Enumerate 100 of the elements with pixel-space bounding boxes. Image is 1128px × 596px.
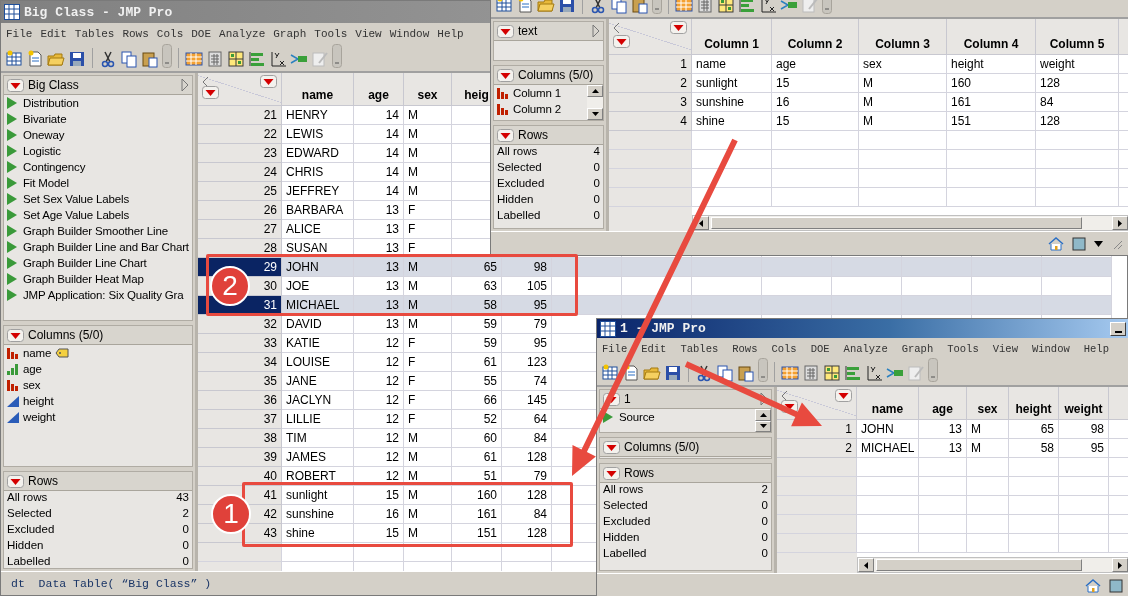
table-icon[interactable] <box>5 50 23 68</box>
row-number[interactable]: 21 <box>263 106 277 124</box>
column-item[interactable]: weight <box>23 411 56 423</box>
row-number[interactable]: 38 <box>263 429 277 447</box>
column-item[interactable]: sex <box>23 379 41 391</box>
horizontal-scrollbar[interactable] <box>857 557 1128 573</box>
square-icon[interactable] <box>1109 578 1123 593</box>
spreadsheet-icon[interactable] <box>675 0 693 14</box>
script-item[interactable]: Set Age Value Labels <box>23 209 130 221</box>
home-icon[interactable] <box>1048 236 1064 251</box>
menu-item[interactable]: Graph <box>901 343 934 355</box>
column-header[interactable]: sex <box>967 387 1009 420</box>
menu-item[interactable]: Tools <box>314 28 348 40</box>
vertical-scrollbar[interactable] <box>587 85 603 120</box>
row-number[interactable]: 23 <box>263 144 277 162</box>
menu-item[interactable]: Rows <box>732 343 758 355</box>
menu-item[interactable]: DOE <box>810 343 830 355</box>
row-number[interactable]: 37 <box>263 410 277 428</box>
play-triangle-icon[interactable] <box>7 193 17 205</box>
column-item[interactable]: Column 1 <box>513 87 562 99</box>
dropdown-icon[interactable] <box>835 389 852 402</box>
calculator-icon[interactable] <box>206 50 224 68</box>
menu-item[interactable]: File <box>6 28 33 40</box>
column-header[interactable]: age <box>354 73 404 106</box>
script-item[interactable]: Graph Builder Heat Map <box>23 273 144 285</box>
right-arrow-icon[interactable] <box>1118 219 1122 227</box>
overflow-handle-icon[interactable] <box>332 44 342 68</box>
menu-item[interactable]: File <box>602 343 628 355</box>
script-item[interactable]: Graph Builder Line Chart <box>23 257 147 269</box>
column-header[interactable]: Column 2 <box>772 19 859 55</box>
play-triangle-icon[interactable] <box>7 177 17 189</box>
row-number[interactable]: 2 <box>845 439 852 457</box>
menu-item[interactable]: Window <box>1031 343 1070 355</box>
menu-item[interactable]: Rows <box>122 28 149 40</box>
row-number[interactable]: 33 <box>263 334 277 352</box>
grid-icon[interactable] <box>227 50 245 68</box>
script-item[interactable]: Source <box>619 411 655 423</box>
column-header[interactable]: age <box>919 387 967 420</box>
dropdown-icon[interactable] <box>613 35 630 48</box>
menu-item[interactable]: Tools <box>947 343 979 355</box>
grid-icon[interactable] <box>823 364 841 382</box>
menu-item[interactable]: Analyze <box>843 343 888 355</box>
copy-icon[interactable] <box>120 50 138 68</box>
axes-icon[interactable] <box>269 50 287 68</box>
menu-item[interactable]: Cols <box>771 343 797 355</box>
row-number[interactable]: 41 <box>263 486 277 504</box>
spreadsheet-icon[interactable] <box>781 364 799 382</box>
minimize-button[interactable] <box>1110 321 1126 336</box>
column-header[interactable]: sex <box>404 73 452 106</box>
column-header[interactable]: height <box>1009 387 1059 420</box>
column-item[interactable]: name <box>23 347 52 359</box>
row-number[interactable]: 43 <box>263 524 277 542</box>
play-triangle-icon[interactable] <box>7 209 17 221</box>
script-item[interactable]: Fit Model <box>23 177 69 189</box>
menu-item[interactable]: Edit <box>40 28 67 40</box>
table-icon[interactable] <box>495 0 513 14</box>
up-arrow-icon[interactable] <box>591 89 599 93</box>
script-item[interactable]: JMP Application: Six Quality Gra <box>23 289 184 301</box>
row-number[interactable]: 24 <box>263 163 277 181</box>
left-arrow-icon[interactable] <box>699 219 703 227</box>
calculator-icon[interactable] <box>696 0 714 14</box>
play-triangle-icon[interactable] <box>7 129 17 141</box>
menu-item[interactable]: Graph <box>273 28 307 40</box>
play-triangle-icon[interactable] <box>7 145 17 157</box>
row-number[interactable]: 26 <box>263 201 277 219</box>
clipboard-icon[interactable] <box>737 364 755 382</box>
home-icon[interactable] <box>1085 578 1101 593</box>
row-number[interactable]: 25 <box>263 182 277 200</box>
caret-icon[interactable] <box>1094 240 1103 247</box>
row-number[interactable]: 4 <box>680 112 687 130</box>
row-number[interactable]: 35 <box>263 372 277 390</box>
column-header[interactable]: name <box>857 387 919 420</box>
document-icon[interactable] <box>516 0 534 14</box>
menu-item[interactable]: Edit <box>641 343 667 355</box>
row-number[interactable]: 28 <box>263 239 277 257</box>
square-icon[interactable] <box>1072 236 1086 251</box>
overflow-handle-icon[interactable] <box>162 44 172 68</box>
column-header[interactable]: weight <box>1059 387 1109 420</box>
script-item[interactable]: Bivariate <box>23 113 67 125</box>
right-arrow-icon[interactable] <box>1118 561 1122 569</box>
up-arrow-icon[interactable] <box>759 412 767 417</box>
dropdown-icon[interactable] <box>670 21 687 34</box>
row-number[interactable]: 40 <box>263 467 277 485</box>
menu-item[interactable]: Cols <box>156 28 184 40</box>
script-item[interactable]: Oneway <box>23 129 65 141</box>
horizontal-scrollbar[interactable] <box>692 215 1128 231</box>
column-header[interactable]: Column 1 <box>692 19 772 55</box>
row-number[interactable]: 2 <box>680 74 687 92</box>
row-number[interactable]: 3 <box>680 93 687 111</box>
menu-item[interactable]: Tables <box>680 343 719 355</box>
row-number[interactable]: 32 <box>263 315 277 333</box>
menu-item[interactable]: Window <box>389 28 430 40</box>
row-number[interactable]: 34 <box>263 353 277 371</box>
column-header[interactable]: name <box>282 73 354 106</box>
play-triangle-icon[interactable] <box>7 161 17 173</box>
column-item[interactable]: age <box>23 363 42 375</box>
menu-item[interactable]: DOE <box>191 28 212 40</box>
clipboard-icon[interactable] <box>141 50 159 68</box>
play-triangle-icon[interactable] <box>7 241 17 253</box>
play-triangle-icon[interactable] <box>7 225 17 237</box>
